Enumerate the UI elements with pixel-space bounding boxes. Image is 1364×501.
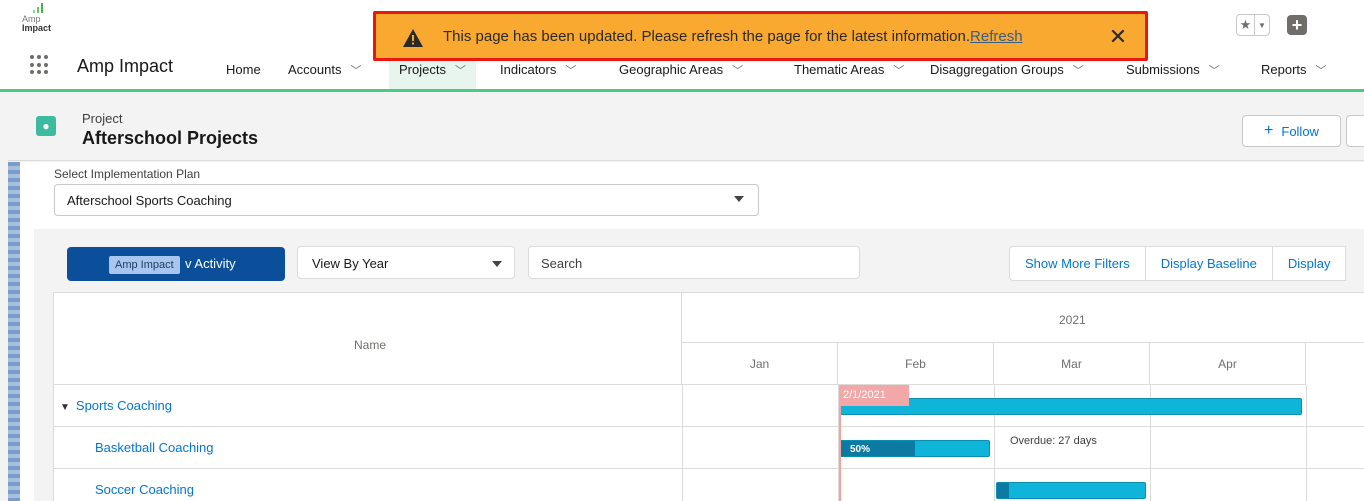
table-row: Basketball Coaching [54, 427, 1364, 469]
warning-icon [403, 29, 423, 47]
gantt-bar-soccer-coaching[interactable] [996, 482, 1146, 499]
chevron-down-icon[interactable]: ﹀ [455, 62, 466, 78]
display-button[interactable]: Display [1271, 246, 1347, 281]
gantt-panel: v Activity Amp Impact View By Year Searc… [34, 229, 1364, 501]
activity-name-label: Sports Coaching [75, 398, 173, 413]
nav-item-home[interactable]: Home [216, 50, 271, 89]
column-divider [682, 469, 683, 501]
tooltip: Amp Impact [109, 256, 180, 274]
logo-line2: Impact [22, 23, 52, 33]
display-baseline-button[interactable]: Display Baseline [1144, 246, 1273, 281]
plus-icon: + [1264, 122, 1274, 139]
nav-item-label: Projects [399, 62, 446, 77]
column-divider [682, 385, 683, 426]
today-date-badge: 2/1/2021 [839, 385, 909, 406]
record-type: Project [82, 111, 123, 126]
filter-button-group: Show More Filters Display Baseline Displ… [1009, 246, 1347, 281]
gantt-grid: Name 2021 Jan Feb Mar Apr ▼ Sports Coachi… [53, 292, 1364, 501]
month-header-apr: Apr [1150, 343, 1306, 385]
toast-message: This page has been updated. Please refre… [443, 28, 1023, 45]
caret-down-icon [734, 196, 744, 202]
nav-item-label: Submissions [1126, 62, 1200, 77]
progress-fill [997, 483, 1009, 498]
name-column-header[interactable]: Name [54, 293, 682, 385]
nav-item-label: Geographic Areas [619, 62, 724, 77]
view-by-value: View By Year [312, 256, 389, 271]
month-header-mar: Mar [994, 343, 1150, 385]
implementation-plan-select[interactable]: Afterschool Sports Coaching [54, 184, 759, 216]
more-actions-button[interactable] [1346, 115, 1364, 147]
app-name: Amp Impact [77, 56, 174, 76]
nav-item-label: Reports [1261, 62, 1307, 77]
update-toast: This page has been updated. Please refre… [373, 11, 1148, 61]
chevron-down-icon[interactable]: ﹀ [732, 62, 743, 78]
nav-item-label: Indicators [500, 62, 557, 77]
chevron-down-icon[interactable]: ﹀ [893, 62, 904, 78]
nav-item-label: Accounts [288, 62, 342, 77]
nav-item-label: Home [226, 62, 261, 77]
month-header-feb: Feb [838, 343, 994, 385]
show-more-filters-button[interactable]: Show More Filters [1009, 246, 1146, 281]
activity-name-sports-coaching[interactable]: ▼ Sports Coaching [60, 398, 172, 413]
year-header: 2021 [682, 293, 1364, 343]
month-header-jan: Jan [682, 343, 838, 385]
close-icon[interactable]: ✕ [1107, 26, 1129, 48]
year-label: 2021 [1059, 313, 1086, 327]
chevron-down-icon[interactable]: ▼ [1255, 15, 1269, 35]
app-launcher-icon[interactable] [30, 55, 50, 75]
plan-value: Afterschool Sports Coaching [67, 193, 232, 208]
progress-label: 50% [850, 444, 871, 455]
star-icon[interactable]: ★ [1237, 15, 1255, 35]
plan-label: Select Implementation Plan [54, 167, 201, 181]
gantt-bar-basketball-coaching[interactable]: 50% [839, 440, 990, 457]
activity-name-soccer-coaching[interactable]: Soccer Coaching [95, 482, 194, 497]
refresh-link[interactable]: Refresh [970, 28, 1023, 45]
chevron-down-icon[interactable]: ▼ [60, 402, 70, 413]
left-accent-strip [8, 162, 20, 501]
search-placeholder: Search [541, 256, 583, 271]
chevron-down-icon[interactable]: ﹀ [1316, 62, 1327, 78]
plus-icon[interactable]: + [1287, 15, 1307, 35]
page-title: Afterschool Projects [82, 128, 259, 148]
chevron-down-icon[interactable]: ﹀ [1073, 62, 1084, 78]
toast-message-text: This page has been updated. Please refre… [443, 28, 971, 45]
main-card: Select Implementation Plan Afterschool S… [20, 162, 1364, 501]
name-header-label: Name [354, 338, 387, 352]
logo-text: Amp Impact [22, 15, 51, 33]
view-by-select[interactable]: View By Year [297, 246, 515, 279]
project-icon: ● [36, 116, 56, 136]
nav-item-reports[interactable]: Reports ﹀ [1251, 50, 1337, 89]
chevron-down-icon[interactable]: ﹀ [565, 62, 576, 78]
app-logo[interactable]: Amp Impact [22, 2, 52, 42]
column-divider [682, 427, 683, 468]
nav-item-label: Thematic Areas [794, 62, 885, 77]
new-activity-label: v Activity [185, 256, 236, 271]
search-input[interactable]: Search [528, 246, 860, 279]
follow-button[interactable]: + Follow [1242, 115, 1341, 147]
nav-item-label: Disaggregation Groups [930, 62, 1064, 77]
record-header: ● Project Afterschool Projects + Follow [8, 101, 1364, 161]
chevron-down-icon[interactable]: ﹀ [1209, 62, 1220, 78]
overdue-label: Overdue: 27 days [1010, 435, 1097, 447]
follow-label: Follow [1281, 123, 1319, 139]
activity-name-basketball-coaching[interactable]: Basketball Coaching [95, 440, 214, 455]
caret-down-icon [492, 261, 502, 267]
favorites-group: ★ ▼ [1236, 14, 1270, 36]
chevron-down-icon[interactable]: ﹀ [350, 62, 361, 78]
logo-mark-icon [33, 3, 43, 13]
table-row: Soccer Coaching [54, 469, 1364, 501]
nav-item-accounts[interactable]: Accounts ﹀ [278, 50, 371, 89]
